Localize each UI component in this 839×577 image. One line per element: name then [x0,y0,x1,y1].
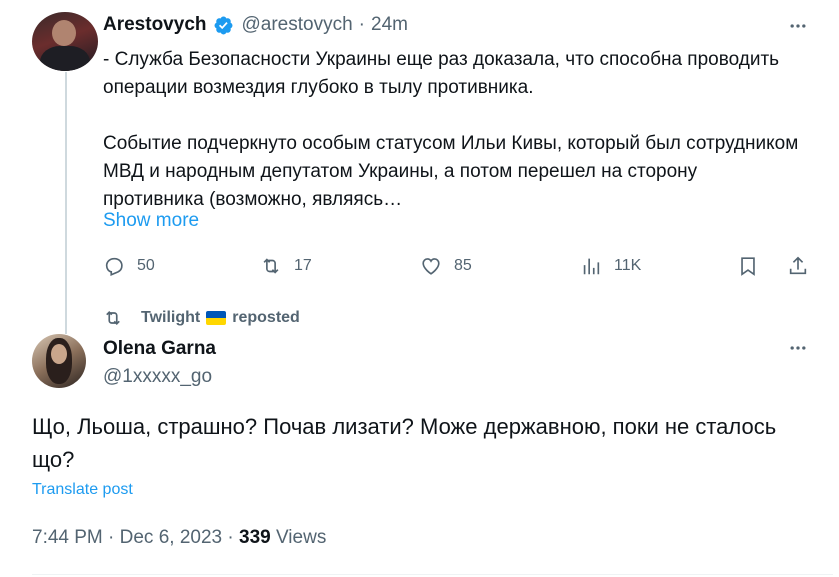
reposter-name[interactable]: Twilight [141,309,200,327]
reply-button[interactable]: 50 [103,255,155,277]
tweet-time[interactable]: 24m [371,14,408,36]
views-label: Views [270,527,327,548]
like-button[interactable]: 85 [420,255,472,277]
reply-icon [105,257,123,276]
reply-text: Що, Льоша, страшно? Почав лизати? Може д… [32,414,777,472]
thread-line [65,72,67,334]
reply-more-icon[interactable] [787,338,809,358]
reply-author-handle[interactable]: @1xxxxx_go [103,366,212,388]
repost-label: reposted [232,309,300,326]
repost-indicator[interactable]: Twilight reposted [103,308,300,328]
verified-badge-icon[interactable] [213,15,234,36]
ukraine-flag-icon [206,311,227,325]
tweet-text: - Служба Безопасности Украины еще раз до… [103,49,799,210]
repost-icon [263,258,279,274]
heart-icon [422,258,440,275]
avatar-arestovych[interactable] [32,12,98,71]
repost-count: 17 [294,257,312,274]
post-timestamp[interactable]: 7:44 PM · Dec 6, 2023 · [32,527,239,548]
views-button[interactable]: 11K [580,255,641,277]
divider [32,574,833,575]
post-metadata: 7:44 PM · Dec 6, 2023 · 339 Views [32,527,326,549]
reply-count: 50 [137,257,155,274]
dot-separator: · [358,14,365,35]
more-icon[interactable] [787,16,809,36]
views-count: 11K [614,257,642,274]
show-more-link[interactable]: Show more [103,210,199,232]
author-handle[interactable]: @arestovych [242,14,353,36]
repost-small-icon [106,310,120,326]
translate-post-link[interactable]: Translate post [32,481,133,499]
tweet-actions: 50 17 85 11K [103,255,813,281]
reply-view-count: 339 [239,527,271,548]
like-count: 85 [454,257,472,274]
repost-button[interactable]: 17 [260,255,312,277]
tweet-header: Arestovych @arestovych · 24m [103,14,408,36]
reply-author-name[interactable]: Olena Garna [103,338,216,360]
avatar-olena-garna[interactable] [32,334,86,388]
author-name[interactable]: Arestovych [103,14,207,36]
bookmark-icon[interactable] [737,255,759,277]
views-icon [583,258,600,275]
share-icon[interactable] [787,255,809,277]
